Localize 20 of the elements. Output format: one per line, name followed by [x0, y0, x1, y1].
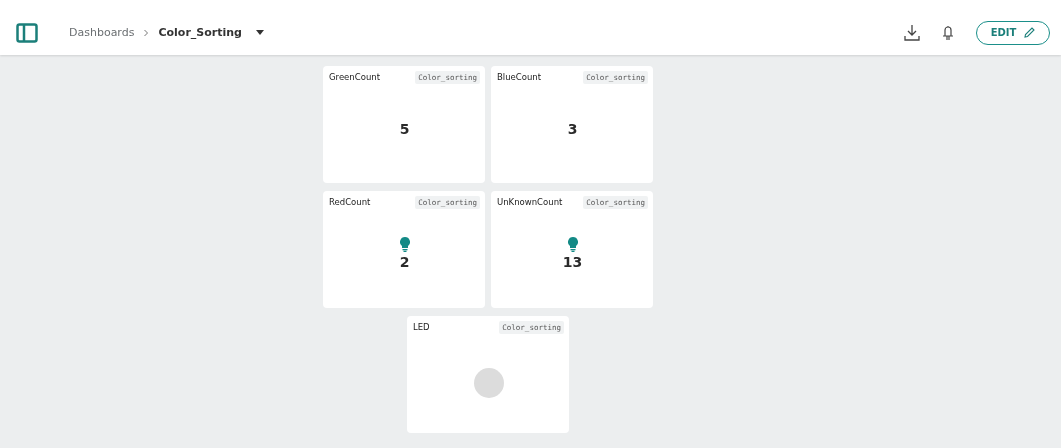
widget-title: BlueCount: [497, 72, 542, 82]
bell-icon[interactable]: [942, 24, 954, 41]
edit-button[interactable]: EDIT: [976, 20, 1050, 45]
breadcrumb-item[interactable]: Dashboards: [69, 26, 135, 39]
chevron-right-icon: [142, 28, 151, 37]
lightbulb-icon: [567, 237, 578, 252]
breadcrumb-item[interactable]: Color_Sorting: [158, 26, 242, 39]
widget-title: RedCount: [329, 197, 371, 207]
lightbulb-icon: [399, 237, 410, 252]
count-value: 5: [399, 120, 410, 137]
count-value: 3: [567, 120, 578, 137]
widget-title: LED: [413, 322, 430, 332]
count-value: 13: [562, 254, 583, 270]
widget-title: GreenCount: [329, 72, 380, 82]
pencil-icon: [1024, 27, 1036, 38]
dropdown-caret-icon[interactable]: [255, 30, 264, 35]
sidebar-toggle-icon[interactable]: [16, 22, 38, 43]
download-icon[interactable]: [904, 24, 920, 41]
widget-title: UnKnownCount: [497, 197, 563, 207]
count-value: 2: [399, 254, 410, 270]
